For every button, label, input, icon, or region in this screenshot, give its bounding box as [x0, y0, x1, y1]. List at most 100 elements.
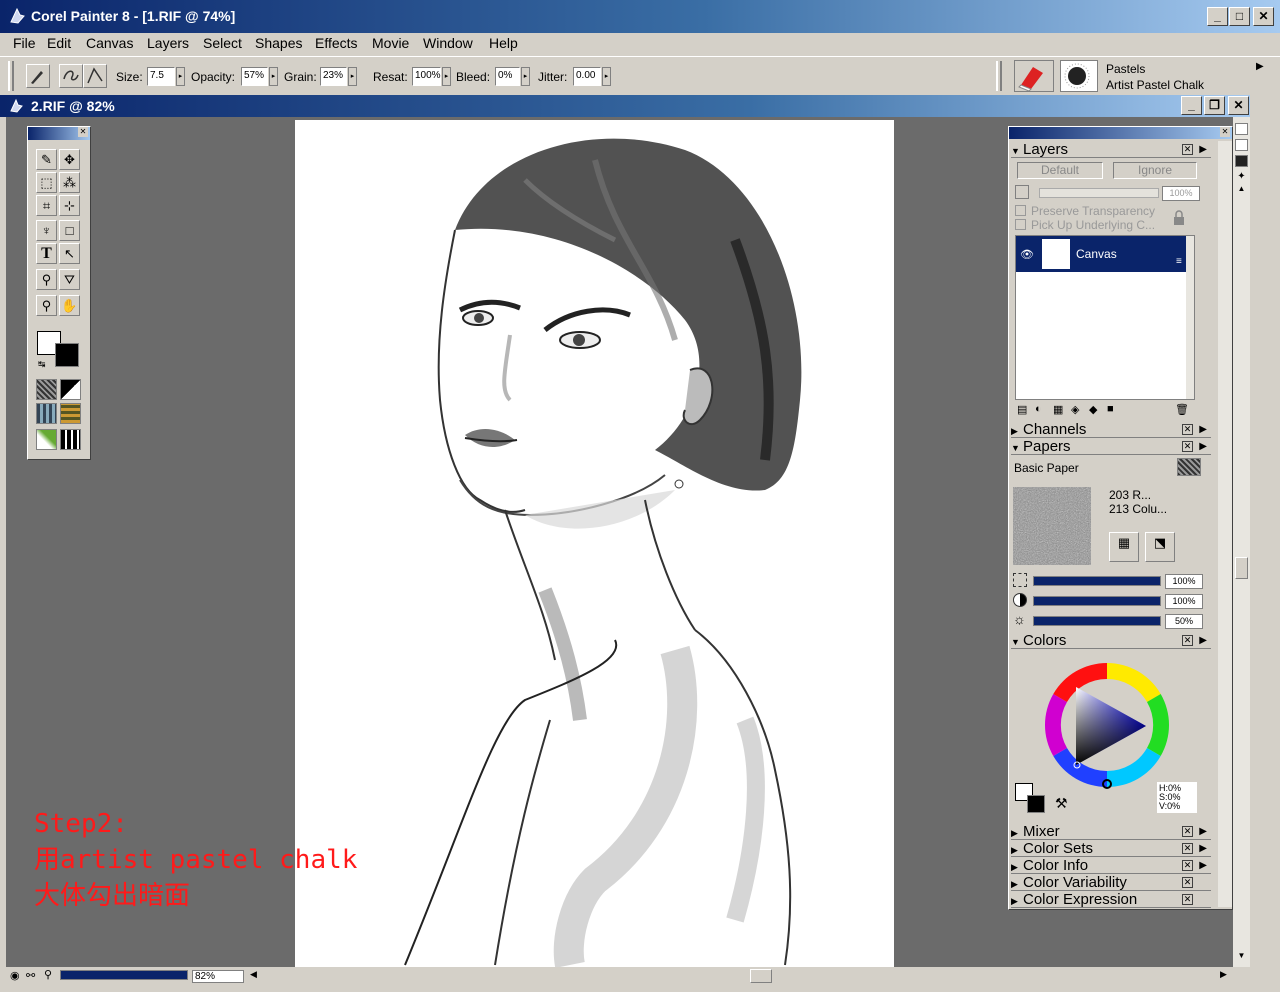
- pen-tool[interactable]: ♆: [36, 220, 57, 241]
- crop-tool[interactable]: ⌗: [36, 195, 57, 216]
- toolbar-grip[interactable]: [8, 61, 14, 91]
- scroll-up-arrow-icon[interactable]: ▲: [1235, 184, 1248, 196]
- shape-selection-tool[interactable]: ↖: [59, 243, 80, 264]
- layer-opacity-slider[interactable]: [1039, 188, 1159, 198]
- colors-additional-swatch[interactable]: [1027, 795, 1045, 813]
- menu-canvas[interactable]: Canvas: [86, 35, 133, 51]
- panels-title-bar[interactable]: ✕: [1009, 127, 1232, 139]
- menu-window[interactable]: Window: [423, 35, 473, 51]
- papers-menu-icon[interactable]: ▶: [1199, 438, 1207, 455]
- drawing-canvas[interactable]: [295, 120, 894, 967]
- grid-toggle-icon[interactable]: [1235, 123, 1248, 135]
- layer-mask-icon[interactable]: ▦: [1053, 403, 1063, 416]
- paper-selector[interactable]: [36, 379, 57, 400]
- papers-section-header[interactable]: ▼ Papers ✕ ▶: [1011, 438, 1211, 455]
- menu-edit[interactable]: Edit: [47, 35, 71, 51]
- mixer-menu-icon[interactable]: ▶: [1199, 823, 1207, 840]
- jitter-field[interactable]: 0.00: [573, 67, 601, 86]
- color-sets-close-icon[interactable]: ✕: [1182, 843, 1193, 854]
- delete-layer-icon[interactable]: 🗑: [1175, 403, 1189, 416]
- eye-visibility-icon[interactable]: 👁: [1020, 248, 1034, 261]
- rectangular-selection-tool[interactable]: ⬚: [36, 172, 57, 193]
- channels-section-header[interactable]: ▶ Channels ✕ ▶: [1011, 421, 1211, 438]
- doc-close-button[interactable]: ✕: [1228, 96, 1249, 115]
- doc-minimize-button[interactable]: _: [1181, 96, 1202, 115]
- globe-icon[interactable]: ◉: [10, 969, 20, 982]
- additional-color-swatch[interactable]: [55, 343, 79, 367]
- layer-list-scrollbar[interactable]: [1186, 236, 1194, 399]
- magic-wand-tool[interactable]: ⁂: [59, 172, 80, 193]
- channels-menu-icon[interactable]: ▶: [1199, 421, 1207, 438]
- weaving-selector[interactable]: [60, 403, 81, 424]
- selection-adjuster-tool[interactable]: ⊹: [59, 195, 80, 216]
- lock-layer-icon[interactable]: [1171, 210, 1187, 226]
- maximize-button[interactable]: □: [1229, 7, 1250, 26]
- freehand-stroke-button[interactable]: [59, 64, 83, 88]
- brush-selector-grip[interactable]: [996, 61, 1002, 91]
- colors-section-header[interactable]: ▼ Colors ✕ ▶: [1011, 632, 1211, 649]
- channels-close-icon[interactable]: ✕: [1182, 424, 1193, 435]
- mixer-close-icon[interactable]: ✕: [1182, 826, 1193, 837]
- new-layer-icon[interactable]: ◈: [1071, 403, 1079, 416]
- brush-variant-selector[interactable]: [1060, 60, 1098, 92]
- preserve-transparency-checkbox[interactable]: [1015, 205, 1026, 216]
- look-selector[interactable]: [60, 429, 81, 450]
- scroll-down-arrow-icon[interactable]: ▼: [1235, 951, 1248, 963]
- scroll-left-arrow-icon[interactable]: ◀: [250, 969, 257, 980]
- zoom-value[interactable]: 82%: [192, 970, 244, 983]
- color-mode-icon[interactable]: [1235, 155, 1248, 167]
- menu-file[interactable]: File: [13, 35, 36, 51]
- colors-menu-icon[interactable]: ▶: [1199, 632, 1207, 649]
- brush-selector-arrow-icon[interactable]: ▶: [1256, 61, 1264, 72]
- straight-line-button[interactable]: [83, 64, 107, 88]
- minimize-button[interactable]: _: [1207, 7, 1228, 26]
- new-watercolor-icon[interactable]: ◆: [1089, 403, 1097, 416]
- grain-field[interactable]: 23%: [320, 67, 347, 86]
- color-variability-close-icon[interactable]: ✕: [1182, 877, 1193, 888]
- magnifier-tool[interactable]: ⚲: [36, 295, 57, 316]
- opacity-field[interactable]: 57%: [241, 67, 268, 86]
- pick-up-underlying-checkbox[interactable]: [1015, 219, 1026, 230]
- tracing-paper-icon[interactable]: [1235, 139, 1248, 151]
- vertical-scrollbar[interactable]: ✦ ▲ ▼: [1233, 117, 1250, 967]
- layer-item-canvas[interactable]: 👁 Canvas ≡: [1016, 236, 1188, 272]
- pattern-selector[interactable]: [36, 403, 57, 424]
- layer-adjuster-tool[interactable]: ✥: [59, 149, 80, 170]
- layer-commands-icon[interactable]: ▤: [1017, 403, 1027, 416]
- scroll-right-arrow-icon[interactable]: ▶: [1220, 969, 1227, 980]
- color-info-close-icon[interactable]: ✕: [1182, 860, 1193, 871]
- zoom-slider[interactable]: [60, 970, 188, 980]
- mixer-section-header[interactable]: ▶ Mixer ✕ ▶: [1011, 823, 1211, 840]
- nozzle-selector[interactable]: [36, 429, 57, 450]
- resat-spinner[interactable]: ▸: [442, 67, 451, 86]
- paper-contrast-slider[interactable]: [1033, 596, 1161, 606]
- close-button[interactable]: ✕: [1253, 7, 1274, 26]
- grain-spinner[interactable]: ▸: [348, 67, 357, 86]
- paper-library-selector[interactable]: [1177, 458, 1201, 476]
- bleed-spinner[interactable]: ▸: [521, 67, 530, 86]
- rectangle-shape-tool[interactable]: □: [59, 220, 80, 241]
- color-wheel[interactable]: [1035, 653, 1179, 797]
- invert-paper-button[interactable]: ⬔: [1145, 532, 1175, 562]
- jitter-spinner[interactable]: ▸: [602, 67, 611, 86]
- layers-section-header[interactable]: ▼ Layers ✕ ▶: [1011, 141, 1211, 158]
- menu-select[interactable]: Select: [203, 35, 242, 51]
- horizontal-scroll-thumb[interactable]: [750, 969, 772, 983]
- opacity-spinner[interactable]: ▸: [269, 67, 278, 86]
- layers-menu-icon[interactable]: ▶: [1199, 141, 1207, 158]
- text-tool[interactable]: T: [36, 243, 57, 264]
- paint-bucket-tool[interactable]: ⛛: [59, 269, 80, 290]
- color-info-menu-icon[interactable]: ▶: [1199, 857, 1207, 874]
- menu-effects[interactable]: Effects: [315, 35, 358, 51]
- colors-close-icon[interactable]: ✕: [1182, 635, 1193, 646]
- resat-field[interactable]: 100%: [412, 67, 441, 86]
- vertical-scroll-thumb[interactable]: [1235, 557, 1248, 579]
- composite-depth-dropdown[interactable]: Ignore: [1113, 162, 1197, 179]
- doc-restore-button[interactable]: ❐: [1204, 96, 1225, 115]
- clone-color-icon[interactable]: ⚒: [1055, 795, 1068, 812]
- menu-layers[interactable]: Layers: [147, 35, 189, 51]
- zoom-magnifier-icon[interactable]: ⚲: [44, 968, 52, 981]
- paper-brightness-slider[interactable]: [1033, 616, 1161, 626]
- color-sets-menu-icon[interactable]: ▶: [1199, 840, 1207, 857]
- bleed-field[interactable]: 0%: [495, 67, 520, 86]
